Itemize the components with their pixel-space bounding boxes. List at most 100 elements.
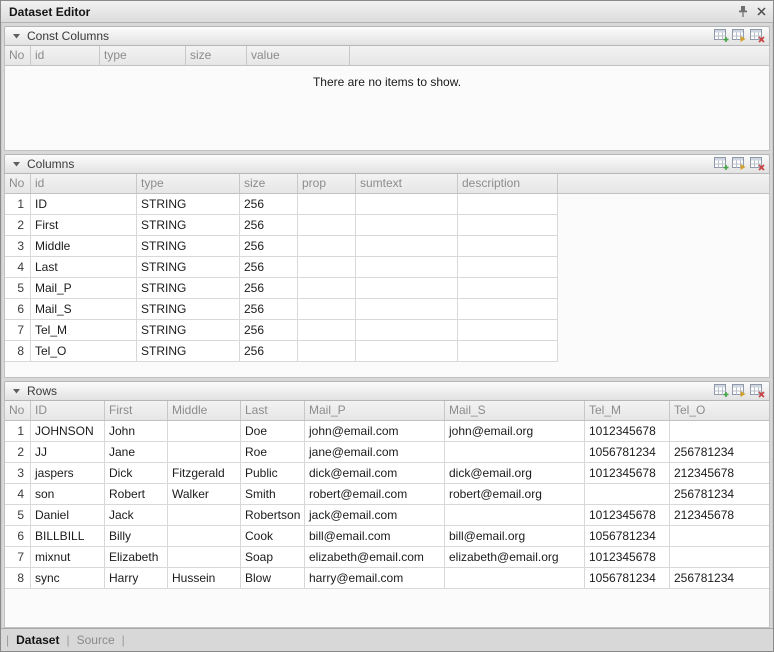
data-cell[interactable]: JOHNSON (31, 421, 105, 442)
data-cell[interactable]: 256 (240, 194, 298, 215)
data-cell[interactable]: Cook (241, 526, 305, 547)
data-cell[interactable] (298, 278, 356, 299)
data-cell[interactable] (168, 505, 241, 526)
data-cell[interactable]: 1056781234 (585, 442, 670, 463)
data-cell[interactable]: Public (241, 463, 305, 484)
data-cell[interactable]: jaspers (31, 463, 105, 484)
row-number-cell[interactable]: 4 (5, 257, 31, 278)
column-header-no[interactable]: No (5, 174, 31, 193)
row-number-cell[interactable]: 1 (5, 421, 31, 442)
insert-row-icon[interactable] (732, 384, 747, 398)
data-cell[interactable]: Harry (105, 568, 168, 589)
data-cell[interactable] (445, 442, 585, 463)
data-cell[interactable]: 256781234 (670, 568, 769, 589)
collapse-icon[interactable] (10, 158, 22, 170)
data-cell[interactable] (356, 299, 458, 320)
panel-header-columns[interactable]: Columns (4, 154, 770, 174)
row-number-cell[interactable]: 1 (5, 194, 31, 215)
data-cell[interactable]: robert@email.org (445, 484, 585, 505)
data-cell[interactable]: bill@email.org (445, 526, 585, 547)
data-cell[interactable] (670, 421, 769, 442)
append-row-icon[interactable] (714, 29, 729, 43)
row-number-cell[interactable]: 3 (5, 463, 31, 484)
data-cell[interactable] (168, 547, 241, 568)
data-cell[interactable]: STRING (137, 299, 240, 320)
data-cell[interactable] (168, 526, 241, 547)
data-cell[interactable] (356, 194, 458, 215)
data-cell[interactable] (458, 320, 558, 341)
column-header-no[interactable]: No (5, 401, 31, 420)
column-header-size[interactable]: size (240, 174, 298, 193)
row-number-cell[interactable]: 6 (5, 299, 31, 320)
data-cell[interactable]: Tel_O (31, 341, 137, 362)
data-cell[interactable]: STRING (137, 236, 240, 257)
collapse-icon[interactable] (10, 30, 22, 42)
data-cell[interactable]: STRING (137, 341, 240, 362)
data-cell[interactable]: harry@email.com (305, 568, 445, 589)
data-cell[interactable]: 256781234 (670, 442, 769, 463)
column-header-tel_o[interactable]: Tel_O (670, 401, 769, 420)
row-number-cell[interactable]: 2 (5, 215, 31, 236)
data-cell[interactable]: Fitzgerald (168, 463, 241, 484)
data-cell[interactable] (168, 442, 241, 463)
column-header-mail_p[interactable]: Mail_P (305, 401, 445, 420)
data-cell[interactable]: BILLBILL (31, 526, 105, 547)
data-cell[interactable]: 256 (240, 257, 298, 278)
data-cell[interactable]: STRING (137, 278, 240, 299)
column-header-no[interactable]: No (5, 46, 31, 65)
data-cell[interactable]: 256 (240, 215, 298, 236)
insert-row-icon[interactable] (732, 29, 747, 43)
data-cell[interactable] (298, 215, 356, 236)
column-header-prop[interactable]: prop (298, 174, 356, 193)
data-cell[interactable]: JJ (31, 442, 105, 463)
data-cell[interactable]: STRING (137, 257, 240, 278)
data-cell[interactable] (168, 421, 241, 442)
data-cell[interactable]: mixnut (31, 547, 105, 568)
row-number-cell[interactable]: 6 (5, 526, 31, 547)
column-header-id[interactable]: id (31, 174, 137, 193)
column-header-tel_m[interactable]: Tel_M (585, 401, 670, 420)
data-cell[interactable] (298, 257, 356, 278)
data-cell[interactable]: STRING (137, 215, 240, 236)
data-cell[interactable]: Billy (105, 526, 168, 547)
data-cell[interactable] (298, 236, 356, 257)
data-cell[interactable] (356, 215, 458, 236)
data-cell[interactable]: 256 (240, 320, 298, 341)
data-cell[interactable]: 1056781234 (585, 526, 670, 547)
data-cell[interactable]: Blow (241, 568, 305, 589)
row-number-cell[interactable]: 5 (5, 505, 31, 526)
data-cell[interactable] (356, 236, 458, 257)
row-number-cell[interactable]: 3 (5, 236, 31, 257)
insert-row-icon[interactable] (732, 157, 747, 171)
row-number-cell[interactable]: 4 (5, 484, 31, 505)
data-cell[interactable]: 256 (240, 278, 298, 299)
data-cell[interactable]: Jack (105, 505, 168, 526)
data-cell[interactable]: Mail_S (31, 299, 137, 320)
column-header-id[interactable]: id (31, 46, 100, 65)
data-cell[interactable] (298, 341, 356, 362)
data-cell[interactable]: bill@email.com (305, 526, 445, 547)
data-cell[interactable]: STRING (137, 194, 240, 215)
data-cell[interactable]: 1012345678 (585, 547, 670, 568)
data-cell[interactable]: john@email.com (305, 421, 445, 442)
data-cell[interactable] (458, 236, 558, 257)
data-cell[interactable]: 1056781234 (585, 568, 670, 589)
data-cell[interactable]: sync (31, 568, 105, 589)
row-number-cell[interactable]: 7 (5, 547, 31, 568)
data-cell[interactable]: Jane (105, 442, 168, 463)
data-cell[interactable]: STRING (137, 320, 240, 341)
data-cell[interactable]: Roe (241, 442, 305, 463)
data-cell[interactable]: elizabeth@email.com (305, 547, 445, 568)
append-row-icon[interactable] (714, 384, 729, 398)
data-cell[interactable]: 256 (240, 236, 298, 257)
data-cell[interactable] (458, 341, 558, 362)
column-header-mail_s[interactable]: Mail_S (445, 401, 585, 420)
data-cell[interactable]: John (105, 421, 168, 442)
data-cell[interactable] (298, 299, 356, 320)
data-cell[interactable] (356, 320, 458, 341)
column-header-value[interactable]: value (247, 46, 350, 65)
tab-source[interactable]: Source (77, 633, 115, 647)
data-cell[interactable]: 256 (240, 341, 298, 362)
row-number-cell[interactable]: 2 (5, 442, 31, 463)
data-cell[interactable] (458, 215, 558, 236)
